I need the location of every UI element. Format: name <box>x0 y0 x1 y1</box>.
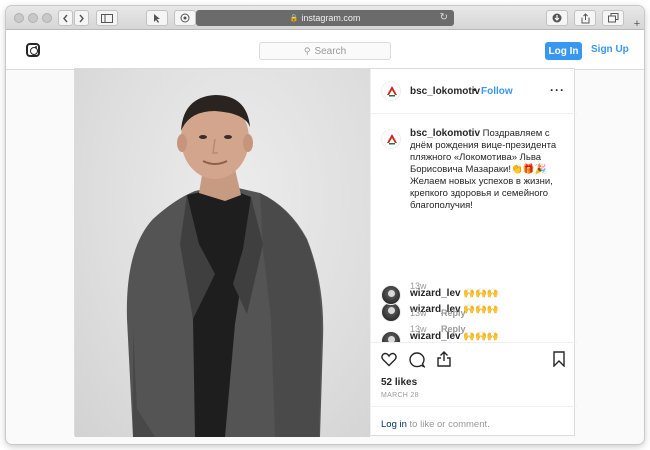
sidebar-icon <box>101 13 113 23</box>
share-icon[interactable] <box>437 351 451 367</box>
chevron-left-icon <box>63 14 68 22</box>
comment-username[interactable]: wizard_lev <box>410 331 461 342</box>
lock-icon: 🔒 <box>289 15 299 22</box>
lokomotiv-logo-icon <box>387 86 397 97</box>
commenter-avatar[interactable] <box>381 285 401 305</box>
caption-username[interactable]: bsc_lokomotiv <box>410 128 480 139</box>
post-header: bsc_lokomotiv • Follow ··· <box>371 69 577 114</box>
chevron-right-icon <box>79 14 84 22</box>
post-date: MARCH 28 <box>381 392 419 399</box>
search-placeholder: Search <box>314 45 347 57</box>
more-options-icon[interactable]: ··· <box>550 83 565 97</box>
comment-item: wizard_lev 🙌🙌🙌 <box>371 331 577 342</box>
likes-count[interactable]: 52 likes <box>381 377 417 388</box>
comment-item: wizard_lev 🙌🙌🙌 13w Reply <box>371 285 577 325</box>
downloads-button[interactable] <box>546 10 568 26</box>
caption-avatar[interactable] <box>381 129 401 149</box>
post-photo[interactable] <box>75 69 370 437</box>
bookmark-icon[interactable] <box>553 351 565 367</box>
commenter-avatar[interactable] <box>381 331 401 342</box>
login-prompt: Log in to like or comment. <box>371 406 577 438</box>
search-input[interactable]: ⚲ Search <box>259 42 391 60</box>
heart-icon[interactable] <box>381 352 397 367</box>
zoom-window-icon[interactable] <box>42 13 52 23</box>
extension-button[interactable] <box>146 10 168 26</box>
browser-toolbar: 🔒 instagram.com ↻ + <box>6 6 644 30</box>
browser-window: 🔒 instagram.com ↻ + ⚲ Search Log In Sign… <box>6 6 644 444</box>
reload-icon[interactable]: ↻ <box>440 12 448 23</box>
follow-button[interactable]: Follow <box>481 86 513 97</box>
signup-link[interactable]: Sign Up <box>591 44 629 55</box>
post-photo-image <box>126 95 324 437</box>
minimize-window-icon[interactable] <box>28 13 38 23</box>
privacy-button[interactable] <box>174 10 196 26</box>
forward-button[interactable] <box>74 10 89 26</box>
back-button[interactable] <box>58 10 73 26</box>
share-icon <box>581 12 589 23</box>
lokomotiv-logo-icon <box>387 134 397 145</box>
close-window-icon[interactable] <box>14 13 24 23</box>
login-button[interactable]: Log In <box>545 42 582 60</box>
author-avatar[interactable] <box>381 81 401 101</box>
comment-text: 🙌🙌🙌 <box>463 331 499 342</box>
author-username[interactable]: bsc_lokomotiv <box>410 86 480 97</box>
cursor-icon <box>153 14 160 23</box>
instagram-header: ⚲ Search Log In Sign Up <box>6 30 644 70</box>
comment-time: 13w <box>410 308 427 318</box>
search-icon: ⚲ <box>303 45 311 56</box>
caption-text: Поздравляем с днём рождения вице-президе… <box>410 128 557 211</box>
shield-icon <box>180 13 190 23</box>
reply-button[interactable]: Reply <box>441 308 466 318</box>
post-actions: 52 likes MARCH 28 Log in to like or comm… <box>371 342 577 437</box>
address-bar-url: instagram.com <box>301 13 361 23</box>
new-tab-icon[interactable]: + <box>630 18 644 30</box>
instagram-logo-icon[interactable] <box>26 43 40 57</box>
login-link[interactable]: Log in <box>381 419 407 430</box>
tabs-icon <box>607 13 618 23</box>
sidebar-toggle-button[interactable] <box>96 10 118 26</box>
download-icon <box>552 13 562 23</box>
address-bar[interactable]: 🔒 instagram.com ↻ <box>196 10 454 26</box>
comment-username[interactable]: wizard_lev <box>410 288 461 299</box>
comment-text: 🙌🙌🙌 <box>463 288 499 299</box>
post-details: bsc_lokomotiv • Follow ··· bsc_lokomotiv… <box>370 69 577 437</box>
comment-icon[interactable] <box>409 352 425 368</box>
caption-item: bsc_lokomotiv Поздравляем с днём рождени… <box>371 114 577 291</box>
separator-dot: • <box>473 85 477 96</box>
tabs-button[interactable] <box>602 10 624 26</box>
share-button[interactable] <box>574 10 596 26</box>
login-prompt-text: to like or comment. <box>406 419 490 430</box>
post-card: bsc_lokomotiv • Follow ··· bsc_lokomotiv… <box>74 68 577 437</box>
